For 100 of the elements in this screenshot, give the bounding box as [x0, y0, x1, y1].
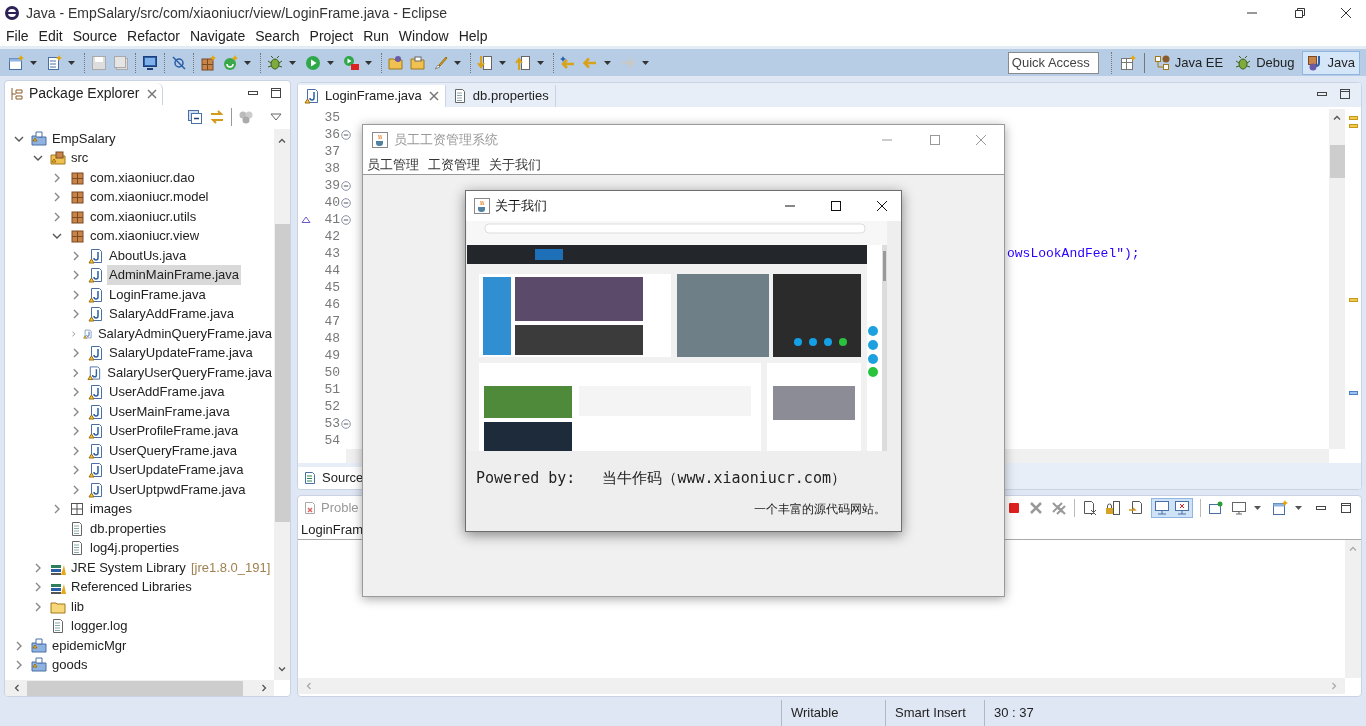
view-menu-icon[interactable] — [270, 112, 282, 121]
caret-icon[interactable] — [244, 60, 251, 65]
tree-item[interactable]: db.properties — [88, 518, 168, 539]
save-all-icon[interactable] — [113, 54, 129, 71]
collapse-all-icon[interactable] — [187, 108, 203, 125]
menu-item[interactable]: Project — [304, 25, 359, 47]
caret-icon[interactable] — [604, 60, 611, 65]
vertical-scrollbar[interactable] — [274, 128, 290, 681]
fold-minus-icon[interactable] — [341, 418, 351, 429]
crossed-pin-icon[interactable] — [171, 54, 187, 71]
menu-item[interactable]: Edit — [33, 25, 68, 47]
remove-icon[interactable] — [1028, 500, 1044, 516]
package-explorer-tab[interactable]: Package Explorer — [5, 82, 163, 105]
pin-console-icon[interactable] — [1208, 500, 1224, 516]
fold-minus-icon[interactable] — [341, 129, 351, 140]
tree-item[interactable]: AboutUs.java — [107, 245, 189, 266]
chevron-up-icon[interactable] — [1333, 115, 1341, 120]
new-document-icon[interactable] — [46, 54, 62, 71]
menu-item[interactable]: File — [1, 25, 34, 47]
open-perspective-icon[interactable] — [1119, 54, 1136, 71]
perspective-button[interactable]: Java EE — [1148, 50, 1229, 75]
caret-icon[interactable] — [289, 60, 296, 65]
caret-icon[interactable] — [537, 60, 544, 65]
remove-all-icon[interactable] — [1051, 500, 1067, 516]
quick-access-field[interactable]: Quick Access — [1007, 51, 1099, 74]
chevron-left-icon[interactable] — [14, 684, 19, 692]
monitor-icon[interactable] — [1231, 500, 1247, 516]
chevron-down-icon[interactable] — [278, 667, 286, 673]
tree-item[interactable]: UserAddFrame.java — [107, 382, 227, 402]
perspective-button[interactable]: Debug — [1230, 50, 1300, 75]
tree-item[interactable]: src — [69, 148, 91, 168]
tree-item[interactable]: SalaryAdminQueryFrame.java — [95, 323, 274, 344]
last-edit-icon[interactable] — [560, 54, 576, 71]
restore-icon[interactable] — [1294, 7, 1306, 19]
brush-icon[interactable] — [432, 54, 448, 71]
maximize-icon[interactable] — [1340, 502, 1352, 514]
tree-item[interactable]: SalaryAddFrame.java — [107, 304, 236, 324]
tree-item[interactable]: epidemicMgr — [50, 635, 129, 656]
tree-item[interactable]: goods — [50, 655, 90, 675]
new-console-icon[interactable] — [1272, 500, 1288, 516]
scrollbar-thumb[interactable] — [27, 680, 243, 696]
fold-minus-icon[interactable] — [341, 214, 351, 225]
monitor-icon[interactable] — [142, 54, 158, 71]
column-header[interactable]: LoginFram — [301, 519, 364, 540]
vertical-scrollbar[interactable] — [1329, 109, 1345, 449]
tree-item[interactable]: com.xiaoniucr.dao — [88, 167, 197, 188]
caret-icon[interactable] — [365, 60, 372, 65]
tree-item[interactable]: JRE System Library — [69, 557, 188, 578]
caret-icon[interactable] — [1254, 506, 1261, 510]
console-error-icon[interactable] — [1172, 499, 1192, 517]
vertical-scrollbar[interactable] — [1345, 540, 1361, 678]
previous-annotation-icon[interactable] — [515, 54, 531, 71]
maximize-icon[interactable] — [830, 200, 842, 212]
caret-icon[interactable] — [68, 60, 75, 65]
fold-minus-icon[interactable] — [341, 180, 351, 191]
editor-tab[interactable]: LoginFrame.java — [298, 85, 446, 107]
caret-icon[interactable] — [454, 60, 461, 65]
tree-item[interactable]: UserQueryFrame.java — [107, 440, 239, 461]
tree-item[interactable]: SalaryUserQueryFrame.java — [105, 362, 274, 383]
scrollbar-thumb[interactable] — [1329, 145, 1345, 178]
folder-icon[interactable] — [410, 54, 426, 71]
tree-item[interactable]: Referenced Libraries — [69, 577, 194, 597]
refresh-icon[interactable] — [222, 54, 238, 71]
caret-icon[interactable] — [1295, 506, 1302, 510]
menu-item[interactable]: 工资管理 — [428, 154, 480, 175]
open-folder-icon[interactable] — [388, 54, 404, 71]
menu-item[interactable]: Navigate — [184, 25, 251, 47]
horizontal-scrollbar[interactable] — [5, 680, 274, 696]
link-arrows-icon[interactable] — [209, 108, 225, 125]
maximize-icon[interactable] — [1339, 88, 1351, 100]
document-icon[interactable] — [1082, 500, 1098, 516]
tree-item[interactable]: SalaryUpdateFrame.java — [107, 343, 255, 363]
tree-item[interactable]: LoginFrame.java — [107, 284, 208, 305]
chevron-up-icon[interactable] — [278, 137, 286, 143]
tree-item[interactable]: UserProfileFrame.java — [107, 421, 241, 441]
perspective-button[interactable]: Java — [1301, 50, 1360, 75]
menu-item[interactable]: Source — [67, 25, 123, 47]
menu-item[interactable]: Search — [250, 25, 305, 47]
close-icon[interactable] — [1340, 7, 1352, 19]
tree-item[interactable]: com.xiaoniucr.view — [88, 226, 202, 246]
caret-icon[interactable] — [499, 60, 506, 65]
scrollbar-thumb[interactable] — [274, 223, 290, 522]
close-icon[interactable] — [876, 200, 888, 212]
tree-item[interactable]: UserUptpwdFrame.java — [107, 479, 248, 500]
tree-item[interactable]: AdminMainFrame.java — [107, 265, 242, 285]
menu-item[interactable]: Window — [393, 25, 454, 47]
tree-item[interactable]: com.xiaoniucr.model — [88, 187, 211, 207]
package-icon[interactable] — [200, 54, 216, 71]
bug-icon[interactable] — [267, 54, 283, 71]
chevron-right-icon[interactable] — [262, 684, 267, 692]
run-external-icon[interactable] — [343, 54, 359, 71]
run-icon[interactable] — [305, 54, 321, 71]
console-icon[interactable] — [1152, 499, 1172, 517]
tree-item[interactable]: UserMainFrame.java — [107, 401, 232, 422]
tree-item[interactable]: com.xiaoniucr.utils — [88, 206, 199, 227]
tree-item[interactable]: images — [88, 499, 134, 519]
menu-item[interactable]: Run — [358, 25, 394, 47]
caret-icon[interactable] — [30, 60, 37, 65]
tree-item[interactable]: logger.log — [69, 616, 130, 636]
tree-item[interactable]: UserUpdateFrame.java — [107, 460, 246, 480]
